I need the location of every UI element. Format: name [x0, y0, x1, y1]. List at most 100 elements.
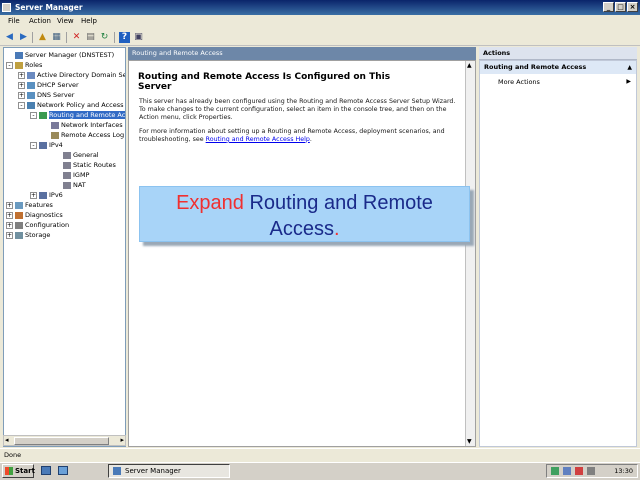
tree-item-label: Features: [25, 201, 53, 209]
tree-horizontal-scrollbar[interactable]: ◂ ▸: [3, 435, 126, 446]
volume-tray-icon[interactable]: [587, 467, 595, 475]
tree-item-dns-server[interactable]: + DNS Server: [18, 90, 74, 100]
ipv4-icon: [39, 141, 47, 149]
scroll-right-icon[interactable]: ▸: [120, 436, 124, 444]
directory-icon: [27, 71, 35, 79]
tree-item-ipv4[interactable]: - IPv4: [30, 140, 63, 150]
collapse-up-icon[interactable]: ▲: [627, 61, 632, 74]
interfaces-icon: [51, 121, 59, 129]
tree-item-label: Server Manager (DNSTEST): [25, 51, 115, 59]
close-button[interactable]: ×: [627, 2, 638, 12]
minimize-button[interactable]: _: [603, 2, 614, 12]
storage-icon: [15, 231, 23, 239]
dns-icon: [27, 91, 35, 99]
callout-highlight: Expand: [176, 192, 244, 214]
show-hide-tree-icon[interactable]: ▦: [51, 32, 62, 43]
tree-item-label: Roles: [25, 61, 43, 69]
center-vertical-scrollbar[interactable]: ▲ ▼: [465, 61, 475, 446]
collapse-icon[interactable]: -: [18, 101, 25, 109]
help-icon[interactable]: ?: [119, 32, 130, 43]
expand-icon[interactable]: +: [6, 221, 13, 229]
tree-item-label: Routing and Remote Ac: [49, 111, 126, 119]
console-icon[interactable]: ▣: [133, 32, 144, 43]
expand-icon[interactable]: +: [6, 231, 13, 239]
delete-icon[interactable]: ✕: [71, 32, 82, 43]
help-link[interactable]: Routing and Remote Access Help: [206, 136, 310, 143]
taskbar-item-server-manager[interactable]: Server Manager: [108, 464, 230, 478]
menu-bar: File Action View Help: [0, 15, 640, 29]
start-button[interactable]: Start: [2, 464, 35, 478]
expand-icon[interactable]: +: [18, 71, 25, 79]
actions-pane: [479, 60, 637, 447]
tree-item-label: IGMP: [73, 171, 90, 179]
expand-icon[interactable]: +: [18, 81, 25, 89]
tree-item-static-routes[interactable]: Static Routes: [54, 160, 116, 170]
menu-help[interactable]: Help: [81, 17, 97, 25]
tree-item-network-interfaces[interactable]: Network Interfaces: [42, 120, 123, 130]
collapse-icon[interactable]: -: [30, 111, 37, 119]
start-label: Start: [15, 467, 35, 475]
network-tray-icon[interactable]: [551, 467, 559, 475]
tree-item-server-manager-dnstest[interactable]: Server Manager (DNSTEST): [6, 50, 114, 60]
tree-item-general[interactable]: General: [54, 150, 99, 160]
status-bar: Done: [0, 448, 640, 461]
scroll-down-icon[interactable]: ▼: [467, 438, 472, 445]
menu-action[interactable]: Action: [29, 17, 51, 25]
up-folder-icon[interactable]: ▲: [37, 32, 48, 43]
actions-section-routing[interactable]: Routing and Remote Access ▲: [480, 61, 636, 74]
server-tray-icon[interactable]: [563, 467, 571, 475]
tree-item-igmp[interactable]: IGMP: [54, 170, 89, 180]
scroll-up-icon[interactable]: ▲: [467, 62, 472, 69]
back-icon[interactable]: ◀: [4, 32, 15, 43]
forward-icon[interactable]: ▶: [18, 32, 29, 43]
submenu-arrow-icon: ▶: [626, 78, 631, 85]
scroll-left-icon[interactable]: ◂: [5, 436, 9, 444]
tree-item-ipv6[interactable]: + IPv6: [30, 190, 63, 200]
general-icon: [63, 151, 71, 159]
diagnostics-icon: [15, 211, 23, 219]
tree-item-remote-access-log[interactable]: Remote Access Log: [42, 130, 124, 140]
quicklaunch-desktop-icon[interactable]: [58, 466, 68, 475]
tree-item-nat[interactable]: NAT: [54, 180, 86, 190]
tree-item-label: Active Directory Domain Se: [37, 71, 126, 79]
collapse-icon[interactable]: -: [6, 61, 13, 69]
menu-file[interactable]: File: [8, 17, 20, 25]
collapse-icon[interactable]: -: [30, 141, 37, 149]
menu-view[interactable]: View: [57, 17, 74, 25]
routing-icon: [39, 111, 47, 119]
ipv6-icon: [39, 191, 47, 199]
actions-section-label: Routing and Remote Access: [484, 63, 587, 71]
alert-tray-icon[interactable]: [575, 467, 583, 475]
title-bar: Server Manager _ □ ×: [0, 0, 640, 15]
expand-icon[interactable]: +: [6, 201, 13, 209]
quicklaunch-server-manager-icon[interactable]: [41, 466, 51, 475]
static-routes-icon: [63, 161, 71, 169]
tree-item-label: Static Routes: [73, 161, 116, 169]
expand-icon[interactable]: +: [6, 211, 13, 219]
tree-item-features[interactable]: + Features: [6, 200, 53, 210]
tree-item-diagnostics[interactable]: + Diagnostics: [6, 210, 63, 220]
tree-item-network-policy-and-access[interactable]: - Network Policy and Access: [18, 100, 124, 110]
tree-item-storage[interactable]: + Storage: [6, 230, 50, 240]
actions-header: Actions: [479, 47, 637, 60]
scroll-thumb[interactable]: [14, 437, 109, 445]
tree-item-dhcp-server[interactable]: + DHCP Server: [18, 80, 79, 90]
tutorial-callout: Expand Routing and Remote Access.: [139, 186, 470, 242]
expand-icon[interactable]: +: [30, 191, 37, 199]
properties-icon[interactable]: ▤: [85, 32, 96, 43]
windows-logo-icon: [5, 467, 13, 475]
status-text: Done: [4, 451, 22, 459]
maximize-button[interactable]: □: [615, 2, 626, 12]
expand-icon[interactable]: +: [18, 91, 25, 99]
more-actions-item[interactable]: More Actions ▶: [498, 77, 634, 87]
tree-item-active-directory-domain-se[interactable]: + Active Directory Domain Se: [18, 70, 126, 80]
tree-item-label: Storage: [25, 231, 51, 239]
refresh-icon[interactable]: ↻: [99, 32, 110, 43]
dhcp-icon: [27, 81, 35, 89]
network-icon: [27, 101, 35, 109]
page-title: Routing and Remote Access Is Configured …: [138, 72, 391, 92]
center-pane-header: Routing and Remote Access: [128, 47, 476, 60]
tree-item-roles[interactable]: - Roles: [6, 60, 42, 70]
tree-item-configuration[interactable]: + Configuration: [6, 220, 69, 230]
tree-item-routing-and-remote-ac[interactable]: - Routing and Remote Ac: [30, 110, 125, 120]
